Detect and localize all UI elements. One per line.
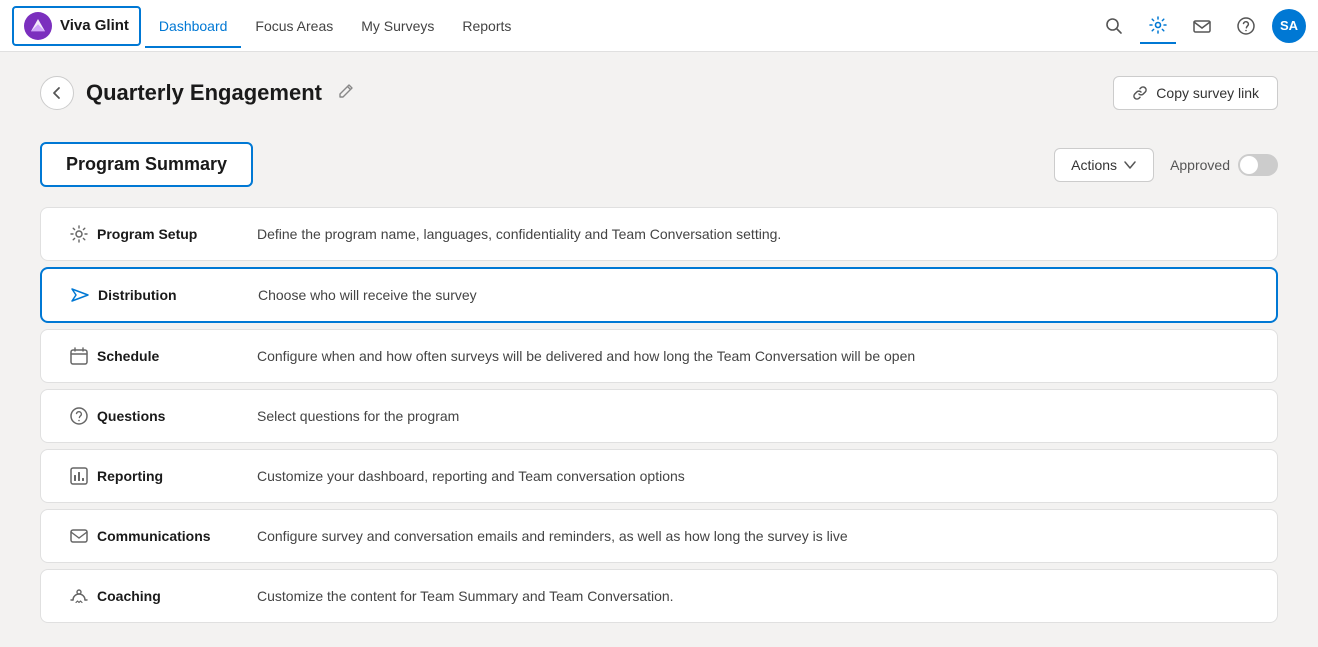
actions-dropdown-button[interactable]: Actions <box>1054 148 1154 182</box>
coaching-title: Coaching <box>97 588 257 604</box>
page-header: Quarterly Engagement Copy survey link <box>40 76 1278 110</box>
program-setup-icon <box>61 224 97 244</box>
menu-item-reporting[interactable]: Reporting Customize your dashboard, repo… <box>40 449 1278 503</box>
distribution-title: Distribution <box>98 287 258 303</box>
mail-icon <box>1193 17 1211 35</box>
viva-glint-logo-icon <box>24 12 52 40</box>
communications-desc: Configure survey and conversation emails… <box>257 528 1257 544</box>
menu-item-questions[interactable]: Questions Select questions for the progr… <box>40 389 1278 443</box>
settings-button[interactable] <box>1140 8 1176 44</box>
program-setup-desc: Define the program name, languages, conf… <box>257 226 1257 242</box>
back-arrow-icon <box>50 86 64 100</box>
coaching-icon <box>61 586 97 606</box>
questions-desc: Select questions for the program <box>257 408 1257 424</box>
nav-link-dashboard[interactable]: Dashboard <box>145 4 242 48</box>
back-button[interactable] <box>40 76 74 110</box>
copy-survey-link-label: Copy survey link <box>1156 85 1259 101</box>
questions-title: Questions <box>97 408 257 424</box>
communications-icon <box>61 526 97 546</box>
actions-label: Actions <box>1071 157 1117 173</box>
program-summary-section: Program Summary Actions Approved <box>40 142 1278 623</box>
nav-link-focus-areas[interactable]: Focus Areas <box>241 4 347 48</box>
section-header: Program Summary Actions Approved <box>40 142 1278 187</box>
coaching-desc: Customize the content for Team Summary a… <box>257 588 1257 604</box>
menu-item-schedule[interactable]: Schedule Configure when and how often su… <box>40 329 1278 383</box>
edit-title-button[interactable] <box>334 81 358 105</box>
communications-title: Communications <box>97 528 257 544</box>
link-icon <box>1132 85 1148 101</box>
schedule-title: Schedule <box>97 348 257 364</box>
user-avatar-button[interactable]: SA <box>1272 9 1306 43</box>
schedule-desc: Configure when and how often surveys wil… <box>257 348 1257 364</box>
top-navigation: Viva Glint Dashboard Focus Areas My Surv… <box>0 0 1318 52</box>
schedule-icon <box>61 346 97 366</box>
chevron-down-icon <box>1123 158 1137 172</box>
copy-survey-link-button[interactable]: Copy survey link <box>1113 76 1278 110</box>
section-actions-area: Actions Approved <box>1054 148 1278 182</box>
gear-icon <box>1149 16 1167 34</box>
menu-item-program-setup[interactable]: Program Setup Define the program name, l… <box>40 207 1278 261</box>
program-setup-title: Program Setup <box>97 226 257 242</box>
menu-list: Program Setup Define the program name, l… <box>40 207 1278 623</box>
nav-link-reports[interactable]: Reports <box>448 4 525 48</box>
nav-links-container: Dashboard Focus Areas My Surveys Reports <box>145 4 1096 48</box>
search-icon <box>1105 17 1123 35</box>
menu-item-distribution[interactable]: Distribution Choose who will receive the… <box>40 267 1278 323</box>
distribution-desc: Choose who will receive the survey <box>258 287 1256 303</box>
approved-label: Approved <box>1170 157 1230 173</box>
menu-item-communications[interactable]: Communications Configure survey and conv… <box>40 509 1278 563</box>
page-content: Quarterly Engagement Copy survey link Pr… <box>0 52 1318 647</box>
approved-toggle[interactable] <box>1238 154 1278 176</box>
help-icon <box>1237 17 1255 35</box>
page-header-left: Quarterly Engagement <box>40 76 358 110</box>
reporting-desc: Customize your dashboard, reporting and … <box>257 468 1257 484</box>
notifications-button[interactable] <box>1184 8 1220 44</box>
approved-toggle-area: Approved <box>1170 154 1278 176</box>
page-title: Quarterly Engagement <box>86 80 322 106</box>
search-button[interactable] <box>1096 8 1132 44</box>
help-button[interactable] <box>1228 8 1264 44</box>
nav-right-actions: SA <box>1096 8 1306 44</box>
questions-icon <box>61 406 97 426</box>
section-title: Program Summary <box>40 142 253 187</box>
reporting-icon <box>61 466 97 486</box>
nav-link-my-surveys[interactable]: My Surveys <box>347 4 448 48</box>
pencil-icon <box>338 83 354 99</box>
distribution-icon <box>62 285 98 305</box>
reporting-title: Reporting <box>97 468 257 484</box>
menu-item-coaching[interactable]: Coaching Customize the content for Team … <box>40 569 1278 623</box>
brand-logo-area[interactable]: Viva Glint <box>12 6 141 46</box>
brand-name-label: Viva Glint <box>60 17 129 34</box>
